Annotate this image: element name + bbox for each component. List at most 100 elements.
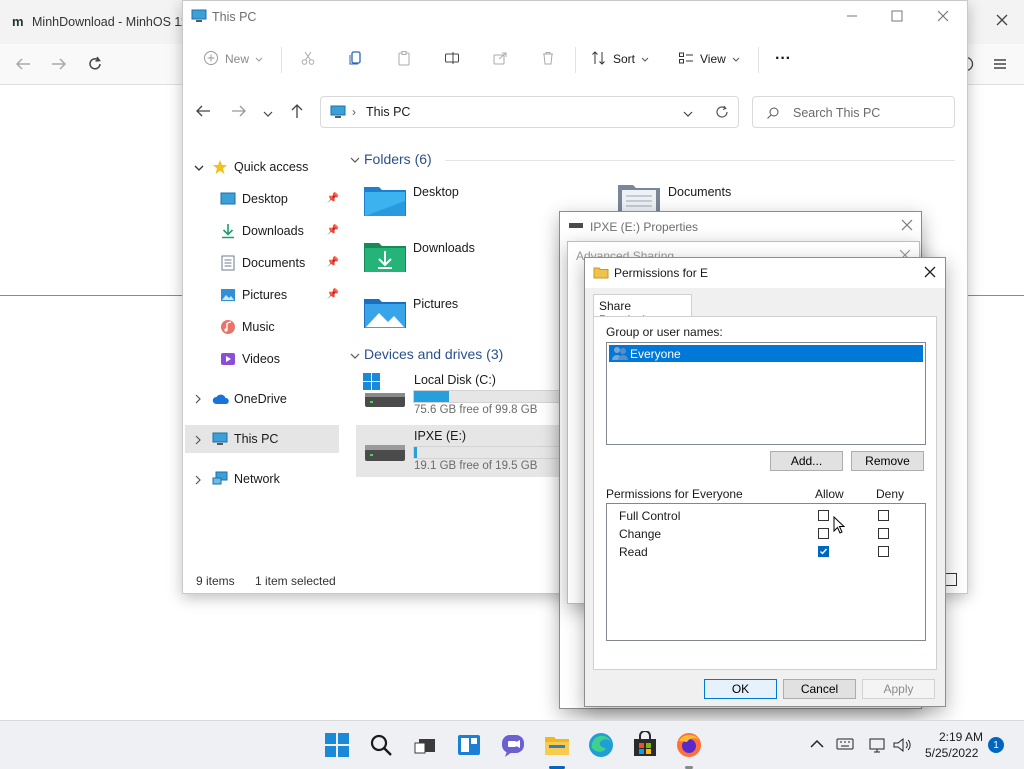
deny-full-control-checkbox[interactable]: [878, 510, 889, 521]
drive-c[interactable]: Local Disk (C:) 75.6 GB free of 99.8 GB: [359, 369, 561, 419]
permissions-title-bar: Permissions for E: [585, 258, 945, 288]
sort-button[interactable]: Sort: [591, 45, 649, 73]
paste-button[interactable]: [396, 45, 412, 73]
notification-badge[interactable]: 1: [988, 737, 1004, 753]
nav-this-pc[interactable]: This PC: [185, 425, 339, 453]
permission-name: Change: [619, 527, 662, 541]
close-icon[interactable]: [994, 12, 1010, 28]
nav-videos[interactable]: Videos: [185, 345, 341, 373]
nav-quick-access[interactable]: Quick access: [185, 153, 341, 181]
up-arrow-icon[interactable]: [290, 103, 304, 122]
chevron-down-icon: [732, 52, 740, 66]
allow-read-checkbox[interactable]: [818, 546, 829, 557]
close-icon[interactable]: [901, 219, 913, 234]
file-explorer-button[interactable]: [543, 731, 571, 759]
devices-chevron-icon[interactable]: [350, 350, 360, 364]
share-button[interactable]: [492, 45, 508, 73]
document-icon: [221, 255, 235, 274]
clock-date[interactable]: 5/25/2022: [925, 746, 978, 760]
deny-change-checkbox[interactable]: [878, 528, 889, 539]
rename-button[interactable]: [444, 45, 460, 73]
chat-button[interactable]: [499, 731, 527, 759]
drive-e-selected[interactable]: IPXE (E:) 19.1 GB free of 19.5 GB: [356, 425, 564, 477]
toolbar-divider: [281, 47, 282, 73]
recent-locations-chevron-icon[interactable]: [263, 108, 273, 122]
browser-tab-title[interactable]: MinhDownload - MinhOS 11: [32, 15, 187, 29]
pictures-folder-icon: [363, 293, 407, 332]
nav-onedrive[interactable]: OneDrive: [185, 385, 341, 413]
folder-pictures[interactable]: Pictures: [363, 293, 553, 333]
apply-button[interactable]: Apply: [862, 679, 935, 699]
forward-arrow-icon[interactable]: [231, 104, 247, 121]
maximize-icon[interactable]: [890, 9, 904, 26]
taskbar: 2:19 AM 5/25/2022 1: [0, 720, 1024, 769]
cancel-button[interactable]: Cancel: [783, 679, 856, 699]
user-list[interactable]: Everyone: [606, 342, 926, 445]
breadcrumb-location[interactable]: This PC: [366, 105, 410, 119]
nav-downloads[interactable]: Downloads 📌: [185, 217, 341, 245]
close-icon[interactable]: [936, 9, 950, 26]
list-item[interactable]: Everyone: [609, 345, 923, 362]
nav-label: Desktop: [242, 192, 288, 206]
volume-icon[interactable]: [892, 737, 912, 756]
close-icon[interactable]: [924, 266, 936, 281]
address-bar[interactable]: › This PC: [320, 96, 739, 128]
chevron-up-icon[interactable]: [810, 738, 824, 752]
search-button[interactable]: [367, 731, 395, 759]
edge-button[interactable]: [587, 731, 615, 759]
folder-documents[interactable]: Documents: [617, 181, 797, 215]
nav-network[interactable]: Network: [185, 465, 341, 493]
nav-documents[interactable]: Documents 📌: [185, 249, 341, 277]
nav-desktop[interactable]: Desktop 📌: [185, 185, 341, 213]
task-view-button[interactable]: [411, 731, 439, 759]
view-button[interactable]: View: [678, 45, 740, 73]
add-button[interactable]: Add...: [770, 451, 843, 471]
hamburger-menu-icon[interactable]: [992, 56, 1008, 75]
allow-full-control-checkbox[interactable]: [818, 510, 829, 521]
new-label: New: [225, 52, 250, 66]
nav-pictures[interactable]: Pictures 📌: [185, 281, 341, 309]
new-button[interactable]: New: [203, 45, 263, 73]
nav-music[interactable]: Music: [185, 313, 341, 341]
devices-section-header[interactable]: Devices and drives (3): [364, 346, 503, 362]
pin-icon: 📌: [326, 257, 339, 268]
copy-button[interactable]: [348, 45, 364, 73]
drive-name: Local Disk (C:): [414, 373, 496, 387]
back-arrow-icon[interactable]: [195, 104, 211, 121]
keyboard-icon[interactable]: [836, 737, 854, 754]
start-button[interactable]: [323, 731, 351, 759]
more-options-button[interactable]: ···: [775, 45, 791, 73]
store-button[interactable]: [631, 730, 659, 759]
toolbar-divider: [575, 47, 576, 73]
edge-icon: [589, 733, 613, 757]
back-arrow-icon[interactable]: [14, 56, 32, 75]
reload-icon[interactable]: [86, 55, 104, 76]
folders-chevron-icon[interactable]: [350, 154, 360, 168]
allow-change-checkbox[interactable]: [818, 528, 829, 539]
tab-share-permissions[interactable]: Share Permissions: [593, 294, 692, 327]
firefox-button[interactable]: [675, 731, 703, 759]
remove-button[interactable]: Remove: [851, 451, 924, 471]
refresh-icon[interactable]: [715, 105, 729, 122]
users-icon: [611, 346, 629, 364]
folder-downloads[interactable]: Downloads: [363, 237, 553, 277]
forward-arrow-icon[interactable]: [50, 56, 68, 75]
folder-desktop[interactable]: Desktop: [363, 181, 553, 221]
properties-title-bar: IPXE (E:) Properties: [560, 212, 921, 240]
widgets-icon: [458, 735, 480, 755]
folders-section-header[interactable]: Folders (6): [364, 151, 432, 167]
delete-button[interactable]: [540, 45, 556, 73]
deny-read-checkbox[interactable]: [878, 546, 889, 557]
site-logo-icon: m: [12, 14, 26, 29]
copy-icon: [348, 50, 364, 69]
folder-label: Pictures: [413, 297, 459, 311]
cut-button[interactable]: [300, 45, 316, 73]
chevron-down-icon[interactable]: [683, 108, 693, 122]
network-status-icon[interactable]: [868, 737, 886, 756]
search-icon: [370, 734, 392, 756]
minimize-icon[interactable]: [845, 9, 859, 26]
ok-button[interactable]: OK: [704, 679, 777, 699]
clock-time[interactable]: 2:19 AM: [939, 730, 983, 744]
search-box[interactable]: Search This PC: [752, 96, 955, 128]
widgets-button[interactable]: [455, 731, 483, 759]
